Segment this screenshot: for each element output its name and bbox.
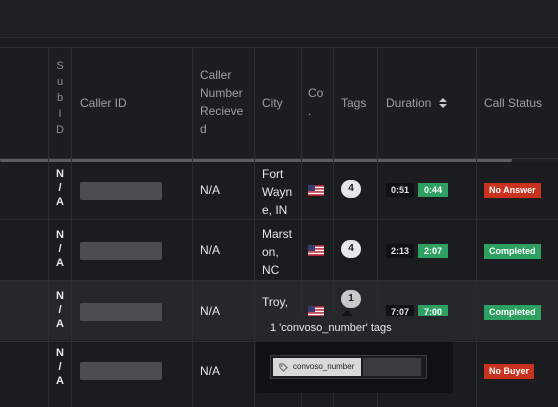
header-caller-number-received[interactable]: Caller Number Recieve d xyxy=(200,66,243,138)
tags-tooltip: 1 'convoso_number' tags convoso_number xyxy=(256,316,453,393)
caller-id-redacted xyxy=(80,182,162,200)
caller-id-redacted xyxy=(80,362,162,380)
sub-id-cell: N / A xyxy=(56,347,64,387)
caller-number-received-cell: N/A xyxy=(200,183,221,197)
tags-count-badge[interactable]: 1 xyxy=(341,290,361,308)
caller-number-received-cell: N/A xyxy=(200,304,221,318)
us-flag-icon xyxy=(308,245,324,256)
tooltip-title: 1 'convoso_number' tags xyxy=(256,316,453,342)
status-badge: Completed xyxy=(484,244,541,259)
us-flag-icon xyxy=(308,185,324,196)
column-divider xyxy=(476,48,477,407)
caller-number-received-cell: N/A xyxy=(200,243,221,257)
tag-icon xyxy=(279,363,288,372)
tag-chip-label: convoso_number xyxy=(273,358,361,376)
column-divider xyxy=(71,48,72,407)
sub-id-cell: N / A xyxy=(56,290,64,330)
header-city[interactable]: City xyxy=(262,94,283,112)
header-sub-id[interactable]: S u b I D xyxy=(56,58,64,138)
duration-billed: 2:07 xyxy=(418,244,448,258)
sub-id-cell: N / A xyxy=(56,229,64,269)
status-badge: No Buyer xyxy=(484,364,535,379)
city-cell: Marst on, NC xyxy=(262,227,292,277)
toolbar-divider xyxy=(0,38,558,48)
tags-count-badge[interactable]: 4 xyxy=(341,240,361,258)
caller-id-redacted xyxy=(80,242,162,260)
header-caller-id[interactable]: Caller ID xyxy=(80,94,127,112)
header-duration[interactable]: Duration xyxy=(386,94,447,112)
duration-total: 2:13 xyxy=(386,244,414,258)
table-row[interactable]: N / A N/A Fort Wayn e, IN 4 0:51 0:44 No… xyxy=(0,158,558,218)
status-badge: Completed xyxy=(484,305,541,320)
duration-billed: 0:44 xyxy=(418,183,448,197)
status-badge: No Answer xyxy=(484,183,541,198)
column-divider xyxy=(192,48,193,407)
table-header: S u b I D Caller ID Caller Number Reciev… xyxy=(0,48,558,158)
caller-number-received-cell: N/A xyxy=(200,364,221,378)
table-row[interactable]: N / A N/A Marst on, NC 4 2:13 2:07 Compl… xyxy=(0,219,558,279)
caller-id-redacted xyxy=(80,303,162,321)
city-cell: Fort Wayn e, IN xyxy=(262,167,293,217)
column-divider xyxy=(254,48,255,407)
tag-value-redacted xyxy=(363,358,421,376)
header-tags[interactable]: Tags xyxy=(341,94,366,112)
sort-icon[interactable] xyxy=(438,98,447,108)
city-cell: Troy, xyxy=(262,295,288,309)
sub-id-cell: N / A xyxy=(56,168,64,208)
column-divider xyxy=(48,48,49,407)
tag-chip[interactable]: convoso_number xyxy=(270,355,427,379)
top-toolbar xyxy=(0,0,558,38)
tags-count-badge[interactable]: 4 xyxy=(341,180,361,198)
header-call-status[interactable]: Call Status xyxy=(484,94,542,112)
duration-total: 0:51 xyxy=(386,183,414,197)
header-country[interactable]: Co . xyxy=(308,84,323,120)
